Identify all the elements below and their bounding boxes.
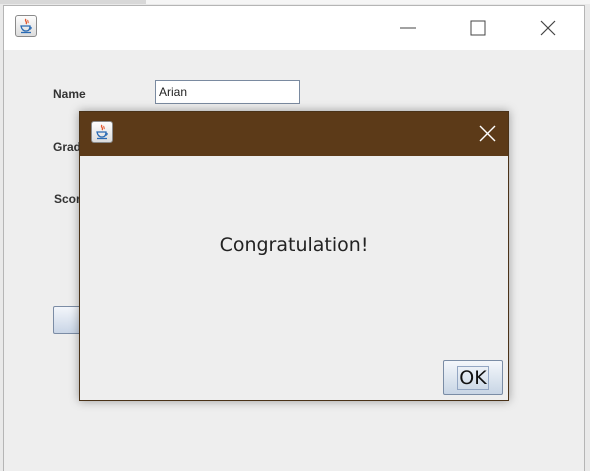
dialog-titlebar[interactable] (80, 112, 508, 156)
name-input[interactable]: Arian (155, 80, 300, 104)
dialog-close-button[interactable] (465, 112, 509, 156)
close-icon (479, 125, 496, 142)
name-label: Name (53, 87, 86, 101)
minimize-button[interactable] (385, 6, 431, 50)
ok-button-label: OK (457, 365, 489, 390)
maximize-button[interactable] (455, 6, 501, 50)
close-button[interactable] (525, 6, 571, 50)
java-icon (91, 121, 113, 143)
message-dialog: Congratulation! OK (79, 111, 509, 401)
desktop-background-strip (146, 0, 590, 4)
score-label: Scor (54, 192, 81, 206)
main-titlebar[interactable] (4, 6, 584, 50)
dialog-message: Congratulation! (219, 234, 369, 256)
ok-button[interactable]: OK (443, 360, 503, 395)
java-icon (15, 15, 37, 37)
grade-label: Grad (53, 140, 82, 154)
close-icon (540, 20, 556, 36)
maximize-icon (470, 20, 486, 36)
minimize-icon (400, 27, 416, 29)
